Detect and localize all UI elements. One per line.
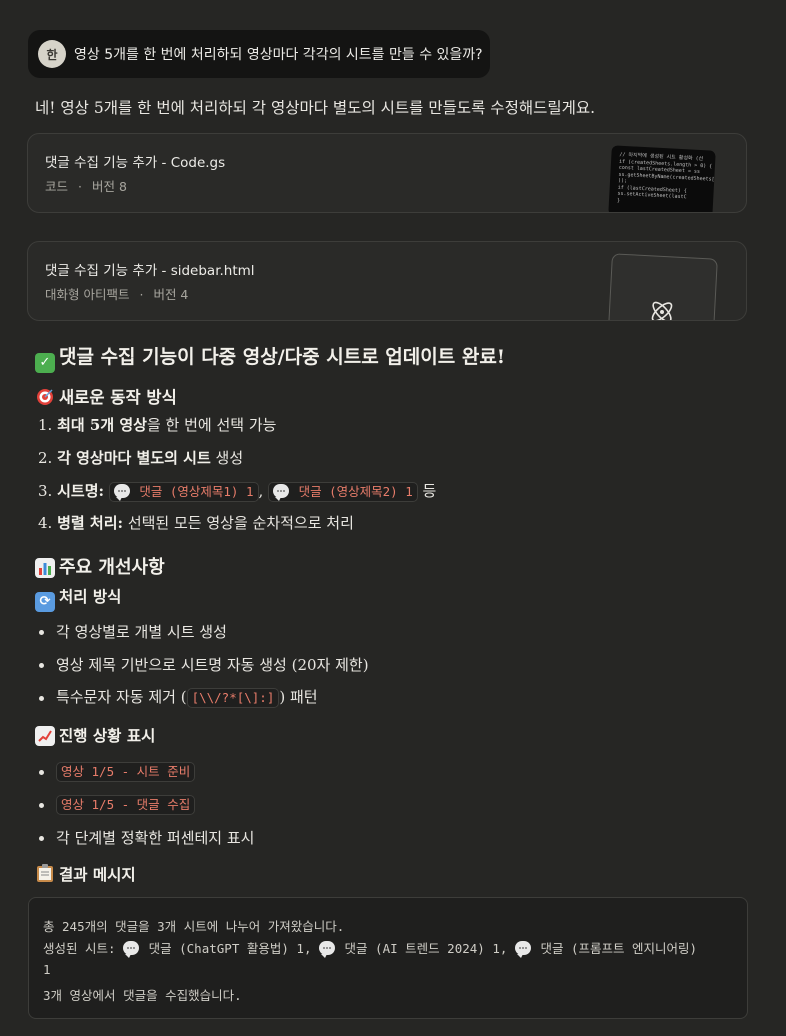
assistant-intro: 네! 영상 5개를 한 번에 처리하되 각 영상마다 별도의 시트를 만들도록 …: [35, 99, 596, 117]
list-item: 4. 병렬 처리: 선택된 모든 영상을 순차적으로 처리: [38, 514, 354, 532]
list-item: 2. 각 영상마다 별도의 시트 생성: [38, 449, 244, 467]
code-line: 3개 영상에서 댓글을 수집했습니다.: [43, 988, 242, 1003]
clipboard-icon: [35, 863, 55, 883]
list-item: 각 단계별 정확한 퍼센테지 표시: [56, 829, 255, 847]
target-icon: [35, 388, 55, 408]
refresh-arrows-icon: ⟳: [35, 592, 55, 612]
atom-icon: [651, 301, 673, 320]
speech-bubble-icon: [123, 941, 140, 958]
bullet: [39, 803, 44, 808]
bar-chart-icon: [35, 558, 55, 578]
artifact-title: 댓글 수집 기능 추가 - Code.gs: [45, 155, 226, 171]
section-title-result: 결과 메시지: [35, 863, 136, 885]
list-item: 특수문자 자동 제거 ([\\/?*[\]:]) 패턴: [56, 688, 318, 708]
check-mark-icon: ✓: [35, 353, 55, 373]
bullet: [39, 630, 44, 635]
bullet: [39, 770, 44, 775]
list-item: 3. 시트명: 댓글 (영상제목1) 1, 댓글 (영상제목2) 1 등: [38, 482, 437, 502]
section-title-improve: 주요 개선사항: [35, 553, 165, 579]
speech-bubble-icon: [319, 941, 335, 958]
user-avatar: 한: [38, 40, 66, 68]
inline-code: 댓글 (영상제목2) 1: [268, 482, 418, 502]
list-item: 영상 제목 기반으로 시트명 자동 생성 (20자 제한): [56, 656, 369, 674]
code-thumbnail: // 마지막에 생성된 시트 활성화 (선 if (createdSheets.…: [608, 145, 716, 212]
main-heading: ✓ 댓글 수집 기능이 다중 영상/다중 시트로 업데이트 완료!: [35, 342, 505, 373]
inline-code: [\\/?*[\]:]: [186, 688, 280, 708]
code-line: 총 245개의 댓글을 3개 시트에 나누어 가져왔습니다.: [43, 919, 345, 934]
artifact-meta: 대화형 아티팩트 · 버전 4: [45, 287, 189, 302]
list-item: 영상 1/5 - 댓글 수집: [56, 795, 196, 815]
artifact-title: 댓글 수집 기능 추가 - sidebar.html: [45, 263, 255, 279]
artifact-thumbnail: [608, 253, 718, 320]
artifact-card-code[interactable]: 댓글 수집 기능 추가 - Code.gs 코드 · 버전 8 // 마지막에 …: [27, 133, 747, 213]
speech-bubble-icon: [273, 484, 290, 501]
inline-code: 댓글 (영상제목1) 1: [108, 482, 259, 502]
code-line: 생성된 시트: 댓글 (ChatGPT 활용법) 1, 댓글 (AI 트렌드 2…: [43, 941, 698, 958]
bullet: [39, 836, 44, 841]
inline-code: 영상 1/5 - 시트 준비: [56, 762, 196, 782]
section-title-progress: 진행 상황 표시: [35, 724, 155, 746]
artifact-meta: 코드 · 버전 8: [45, 179, 127, 194]
list-item: 각 영상별로 개별 시트 생성: [56, 623, 227, 641]
speech-bubble-icon: [113, 484, 130, 501]
list-item: 영상 1/5 - 시트 준비: [56, 762, 196, 782]
artifact-card-sidebar[interactable]: 댓글 수집 기능 추가 - sidebar.html 대화형 아티팩트 · 버전…: [27, 241, 747, 321]
section-title-process: ⟳ 처리 방식: [35, 585, 121, 612]
chart-increasing-icon: [35, 726, 55, 746]
list-item: 1. 최대 5개 영상을 한 번에 선택 가능: [38, 416, 277, 434]
section-title-new: 새로운 동작 방식: [35, 384, 177, 408]
user-message-text: 영상 5개를 한 번에 처리하되 영상마다 각각의 시트를 만들 수 있을까?: [74, 47, 483, 63]
speech-bubble-icon: [514, 941, 531, 958]
code-line: 1: [43, 962, 51, 977]
bullet: [39, 663, 44, 668]
bullet: [39, 696, 44, 701]
user-message: 한 영상 5개를 한 번에 처리하되 영상마다 각각의 시트를 만들 수 있을까…: [28, 30, 490, 78]
result-code-block: 총 245개의 댓글을 3개 시트에 나누어 가져왔습니다. 생성된 시트: 댓…: [28, 897, 748, 1019]
inline-code: 영상 1/5 - 댓글 수집: [56, 795, 196, 815]
